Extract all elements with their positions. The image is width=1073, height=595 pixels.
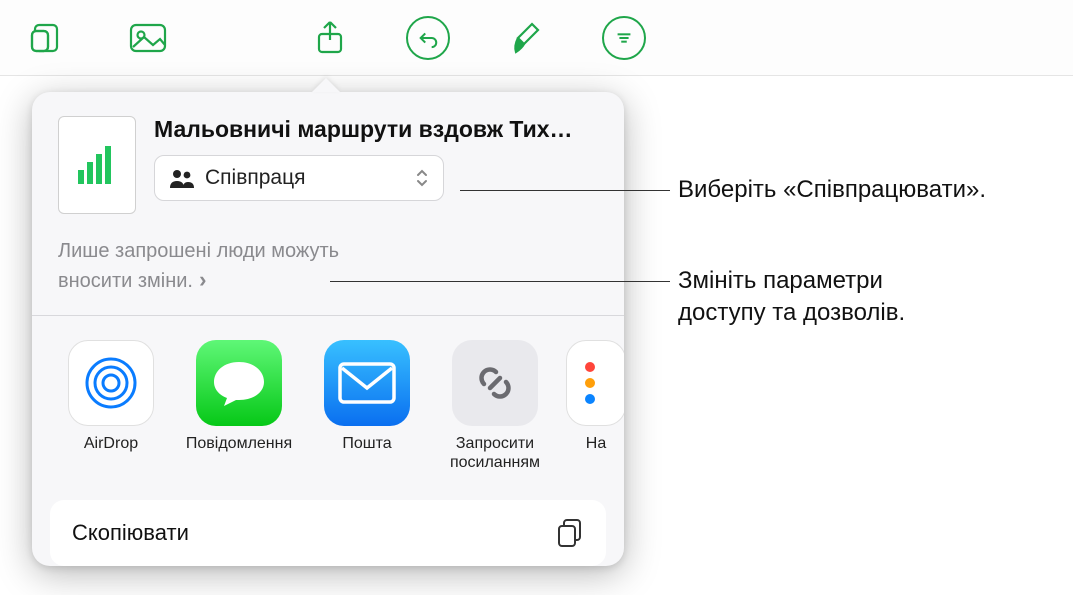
document-thumbnail — [58, 116, 136, 214]
undo-button[interactable] — [406, 16, 450, 60]
share-targets-row: AirDrop Повідомлення Пошта Запросити пос… — [32, 316, 624, 490]
callout-change-access: Змініть параметри доступу та дозволів. — [678, 265, 958, 330]
reminders-icon — [566, 340, 624, 426]
add-page-button[interactable] — [20, 16, 72, 60]
share-popover: Мальовничі маршрути вздовж Тих… Співпрац… — [32, 92, 624, 566]
share-target-invite-link[interactable]: Запросити посиланням — [444, 340, 546, 472]
mail-icon — [324, 340, 410, 426]
share-button[interactable] — [304, 16, 356, 60]
collab-mode-label: Співпраця — [205, 166, 405, 190]
copy-icon — [556, 518, 584, 548]
collaboration-mode-select[interactable]: Співпраця — [154, 155, 444, 201]
callout-line — [460, 190, 670, 191]
document-title: Мальовничі маршрути вздовж Тих… — [154, 116, 598, 143]
airdrop-icon — [68, 340, 154, 426]
link-icon — [452, 340, 538, 426]
messages-icon — [196, 340, 282, 426]
callout-select-collab: Виберіть «Співпрацювати». — [678, 174, 986, 206]
share-target-airdrop[interactable]: AirDrop — [60, 340, 162, 472]
toolbar — [0, 0, 1073, 76]
permission-settings-link[interactable]: Лише запрошені люди можуть вносити зміни… — [32, 232, 624, 315]
more-menu-button[interactable] — [602, 16, 646, 60]
people-icon — [169, 168, 195, 188]
share-header: Мальовничі маршрути вздовж Тих… Співпрац… — [32, 92, 624, 232]
copy-action[interactable]: Скопіювати — [50, 500, 606, 566]
share-target-mail[interactable]: Пошта — [316, 340, 418, 472]
share-target-messages[interactable]: Повідомлення — [188, 340, 290, 472]
share-target-reminders[interactable]: На — [572, 340, 620, 472]
format-brush-button[interactable] — [500, 16, 552, 60]
insert-media-button[interactable] — [122, 16, 174, 60]
callout-line — [330, 281, 670, 282]
updown-chevron-icon — [415, 168, 429, 188]
